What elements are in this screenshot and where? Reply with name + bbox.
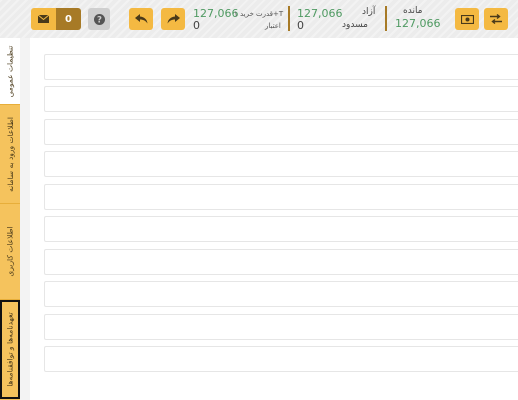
form-row[interactable] — [44, 151, 518, 177]
credit-label: اعتبار — [265, 22, 281, 30]
form-row[interactable] — [44, 281, 518, 307]
divider — [288, 6, 290, 31]
message-count-badge: 0 — [56, 8, 81, 30]
settings-form — [30, 38, 518, 400]
form-row[interactable] — [44, 249, 518, 275]
balance-value: 127,066 — [395, 17, 441, 30]
transfer-button[interactable] — [484, 8, 508, 30]
form-row[interactable] — [44, 314, 518, 340]
svg-text:?: ? — [97, 15, 102, 24]
envelope-icon[interactable] — [31, 8, 56, 30]
form-row[interactable] — [44, 119, 518, 145]
credit-value: 0 — [193, 19, 200, 32]
settings-tabs: تنظیمات عمومی اطلاعات ورود به سامانه اطل… — [0, 38, 20, 400]
blocked-label: مسدود — [342, 20, 368, 30]
form-row[interactable] — [44, 184, 518, 210]
tab-user-info[interactable]: اطلاعات کاربری — [0, 204, 20, 300]
undo-button[interactable] — [129, 8, 153, 30]
free-label: آزاد — [362, 7, 376, 17]
tab-agreements[interactable]: تعهدنامه‌ها و توافقنامه‌ها — [0, 300, 20, 399]
form-row[interactable] — [44, 86, 518, 112]
money-icon — [460, 14, 474, 24]
redo-button[interactable] — [161, 8, 185, 30]
tab-label: اطلاعات کاربری — [5, 226, 15, 277]
divider — [385, 6, 387, 31]
question-icon: ? — [93, 13, 105, 25]
form-row[interactable] — [44, 346, 518, 372]
form-row[interactable] — [44, 216, 518, 242]
forward-icon — [167, 14, 180, 24]
blocked-value: 0 — [297, 19, 304, 32]
messages-button[interactable]: 0 — [31, 8, 81, 30]
tab-label: تعهدنامه‌ها و توافقنامه‌ها — [5, 311, 15, 387]
help-button[interactable]: ? — [88, 8, 110, 30]
tab-general-settings[interactable]: تنظیمات عمومی — [0, 38, 20, 105]
reply-icon — [134, 14, 148, 24]
tab-label: اطلاعات ورود به سامانه — [5, 116, 15, 192]
exchange-icon — [490, 14, 502, 24]
cash-button[interactable] — [455, 8, 479, 30]
tab-label: تنظیمات عمومی — [5, 45, 15, 97]
tab-gutter — [20, 38, 30, 400]
tab-login-info[interactable]: اطلاعات ورود به سامانه — [0, 105, 20, 204]
form-row[interactable] — [44, 54, 518, 80]
top-toolbar: 0 ? 127,066 0 قدرت خرید ۱+T اعتبار 127,0… — [0, 0, 518, 38]
